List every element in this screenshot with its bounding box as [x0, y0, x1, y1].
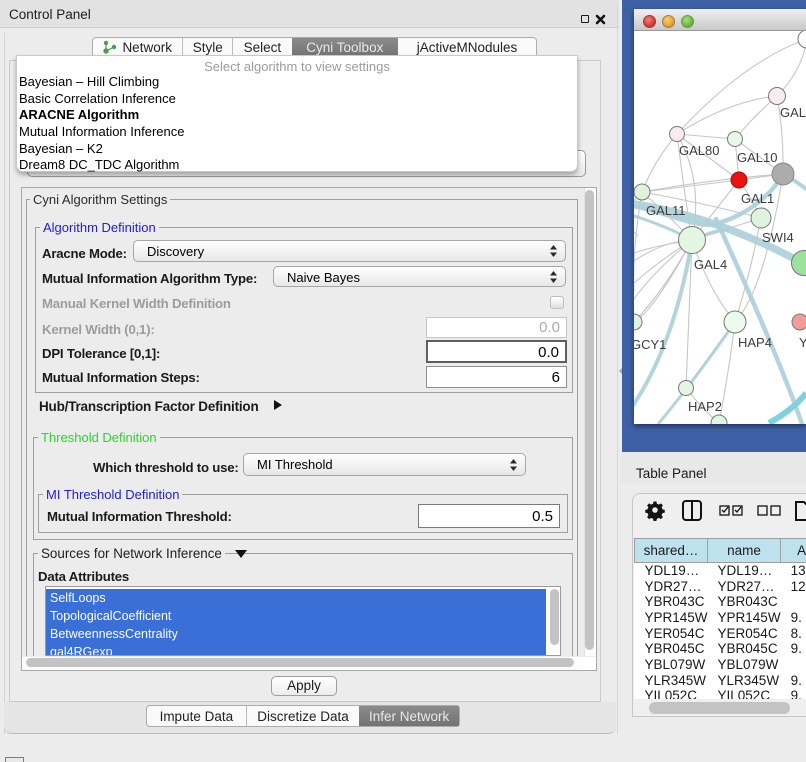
svg-text:GAL10: GAL10 — [737, 150, 777, 165]
svg-text:GAL80: GAL80 — [679, 143, 719, 158]
svg-text:HAP4: HAP4 — [738, 335, 772, 350]
svg-text:GAL11: GAL11 — [646, 203, 686, 218]
svg-text:GAL: GAL — [780, 105, 806, 120]
svg-text:SWI4: SWI4 — [762, 230, 794, 245]
svg-text:Y: Y — [799, 335, 806, 350]
svg-text:GAL4: GAL4 — [694, 257, 727, 272]
svg-text:GAL1: GAL1 — [741, 191, 774, 206]
svg-text:HAP2: HAP2 — [688, 399, 722, 414]
svg-text:GCY1: GCY1 — [634, 337, 666, 352]
